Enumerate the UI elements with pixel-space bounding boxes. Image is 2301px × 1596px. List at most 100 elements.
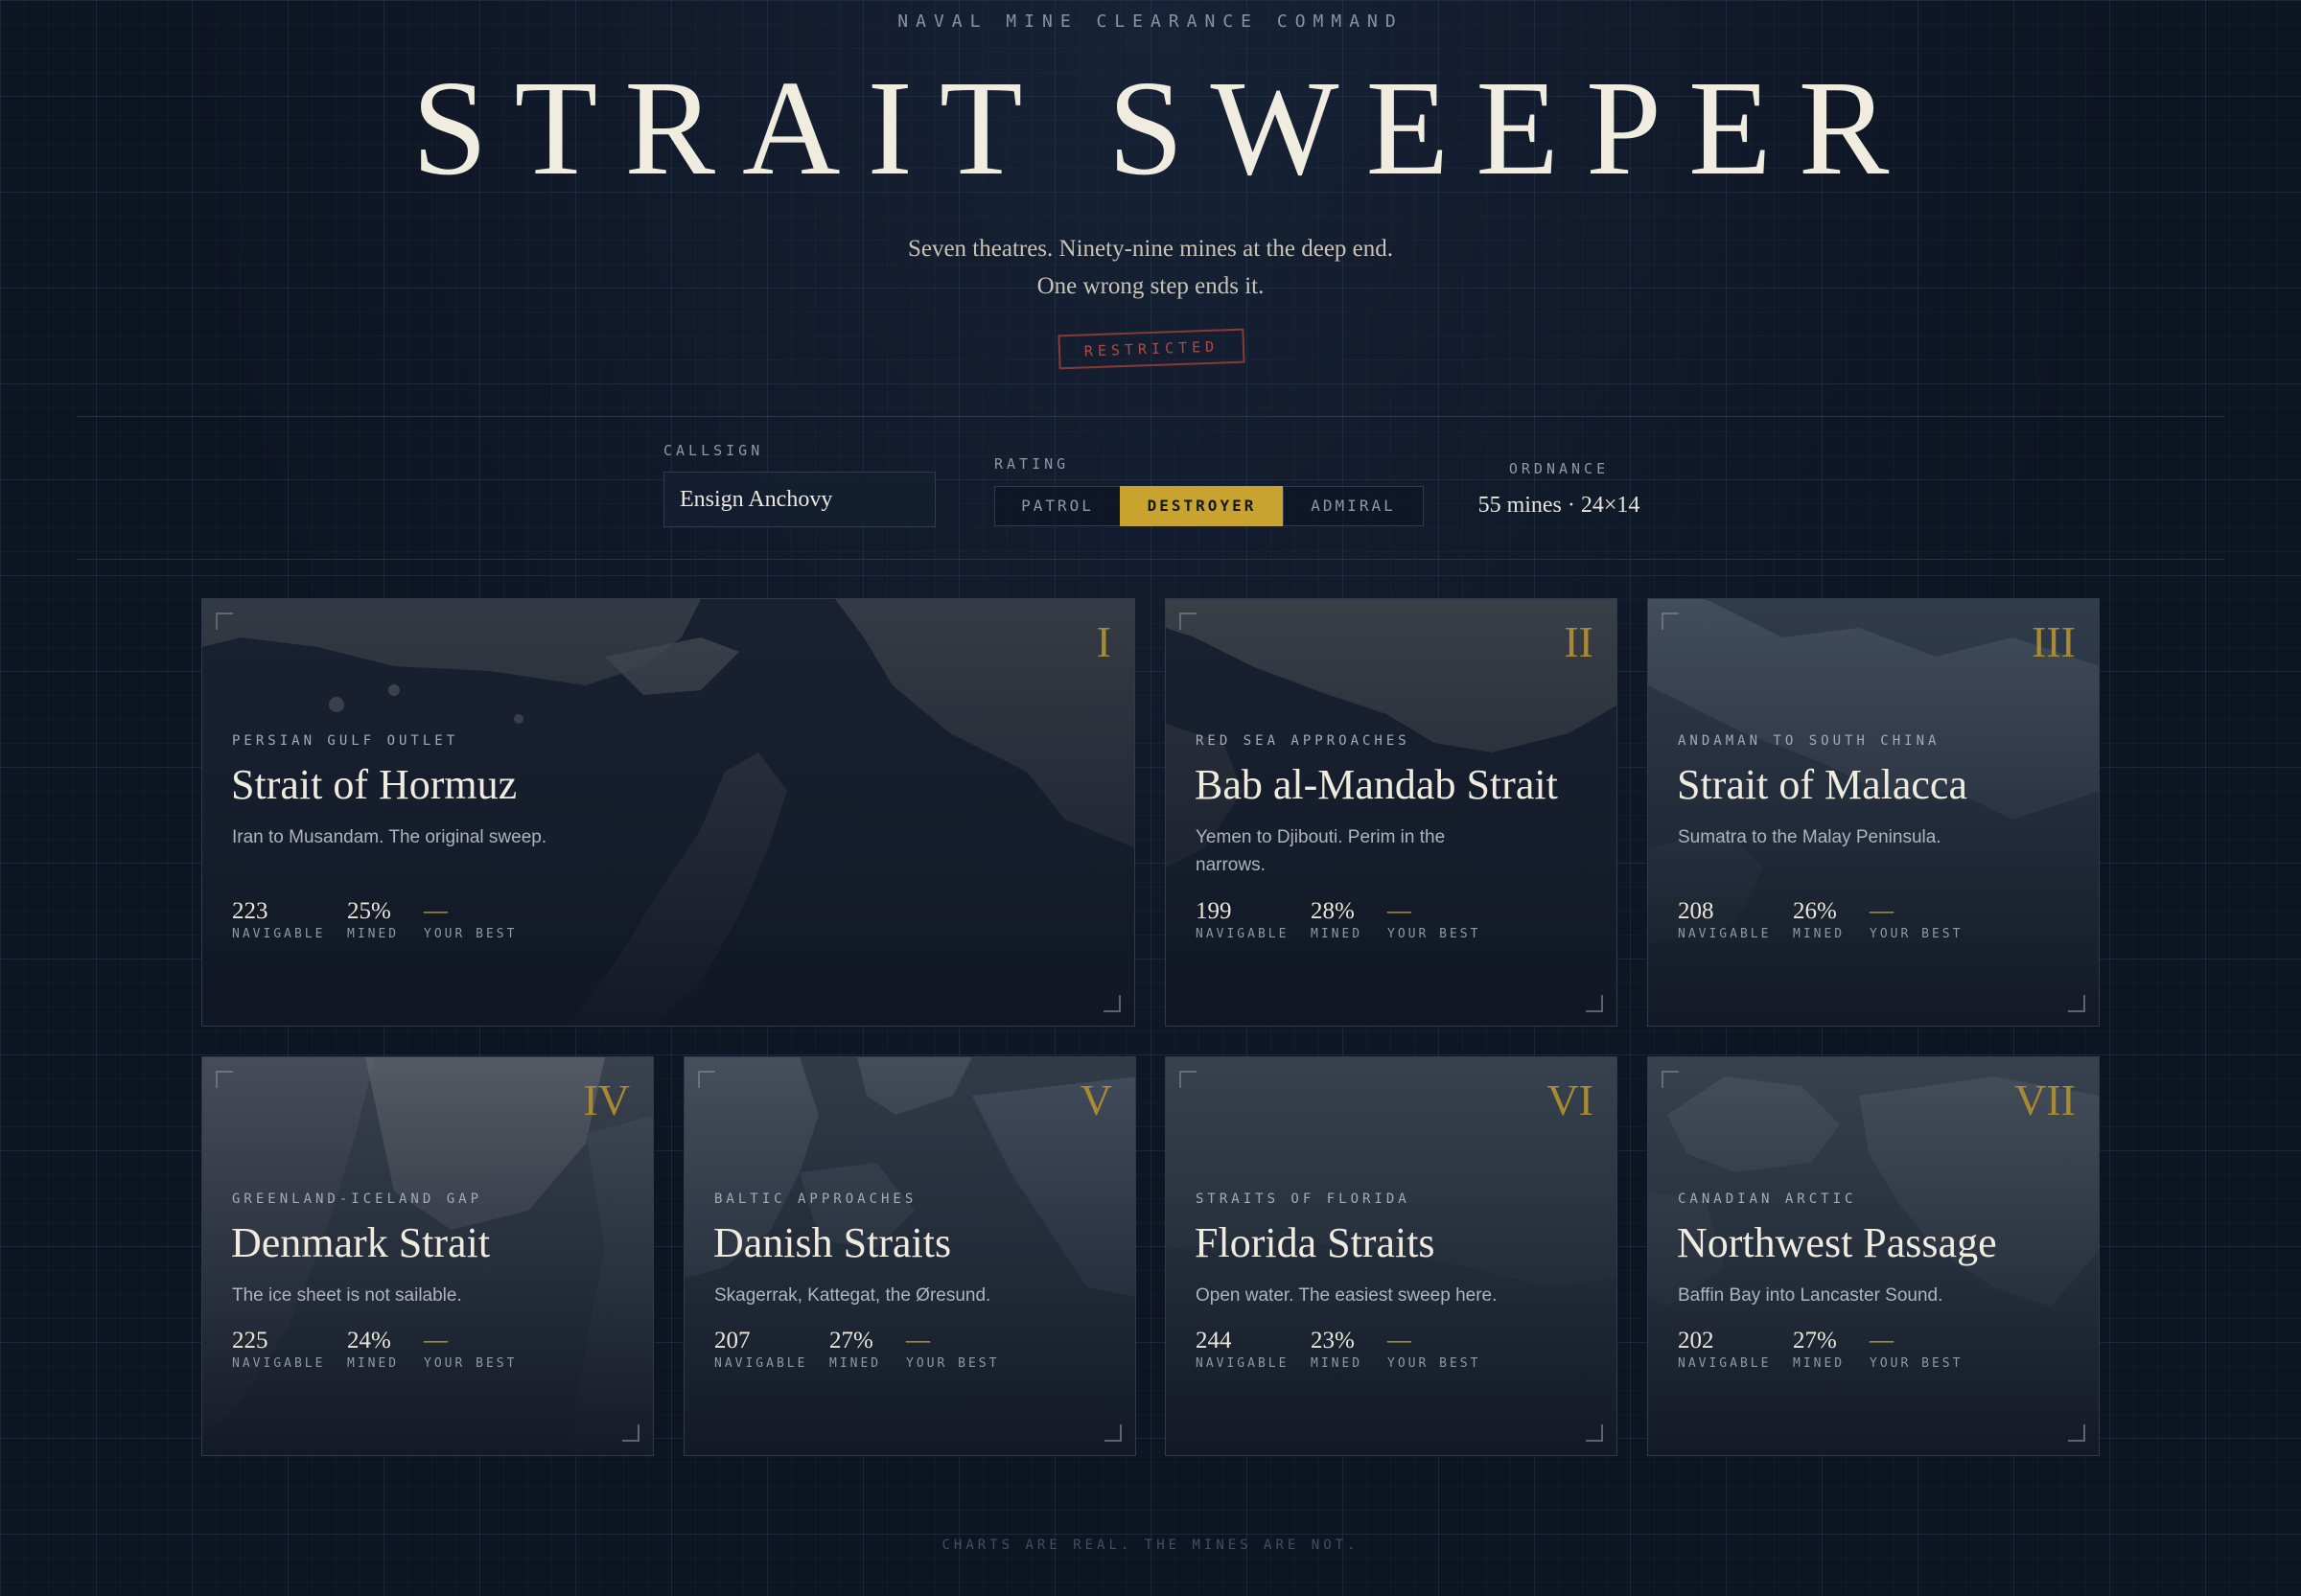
rating-option-destroyer[interactable]: DESTROYER bbox=[1120, 486, 1284, 526]
stat-label: YOUR BEST bbox=[424, 1356, 518, 1371]
stat-mined: 23% MINED bbox=[1311, 1328, 1362, 1371]
theatre-card-northwest-passage[interactable]: VII CANADIAN ARCTIC Northwest Passage Ba… bbox=[1647, 1056, 2100, 1456]
stat-mined: 25% MINED bbox=[347, 898, 399, 941]
stat-best: — YOUR BEST bbox=[424, 898, 517, 941]
theatre-name: Bab al-Mandab Strait bbox=[1195, 761, 1558, 808]
stat-value: — bbox=[1387, 1328, 1411, 1353]
stat-navigable: 202 NAVIGABLE bbox=[1678, 1328, 1771, 1371]
rating-option-admiral[interactable]: ADMIRAL bbox=[1283, 486, 1424, 526]
theatre-numeral: III bbox=[2032, 617, 2076, 666]
theatre-description: Iran to Musandam. The original sweep. bbox=[232, 827, 547, 847]
footer-note: CHARTS ARE REAL. THE MINES ARE NOT. bbox=[941, 1538, 1360, 1553]
callsign-input[interactable] bbox=[663, 472, 936, 527]
theatre-numeral: VI bbox=[1546, 1076, 1593, 1124]
stat-value: 26% bbox=[1793, 898, 1837, 924]
stat-mined: 26% MINED bbox=[1793, 898, 1845, 941]
corner-mark bbox=[698, 1071, 715, 1088]
corner-mark bbox=[1662, 1071, 1679, 1088]
stat-label: NAVIGABLE bbox=[714, 1356, 808, 1371]
theatre-numeral: I bbox=[1096, 617, 1111, 666]
stat-value: 223 bbox=[232, 898, 268, 924]
theatre-description: Yemen to Djibouti. Perim in the narrows. bbox=[1196, 827, 1446, 875]
theatre-numeral: VII bbox=[2014, 1076, 2076, 1124]
stat-navigable: 207 NAVIGABLE bbox=[714, 1328, 807, 1371]
stat-value: — bbox=[1870, 1328, 1894, 1353]
divider-bottom bbox=[77, 559, 2224, 560]
theatre-name: Denmark Strait bbox=[231, 1219, 491, 1266]
stat-best: — YOUR BEST bbox=[906, 1328, 999, 1371]
corner-mark bbox=[1104, 1424, 1122, 1442]
stat-value: 208 bbox=[1678, 898, 1714, 924]
stat-value: — bbox=[1387, 898, 1411, 924]
stat-navigable: 199 NAVIGABLE bbox=[1196, 898, 1289, 941]
game-title: STRAIT SWEEPER bbox=[411, 52, 1917, 203]
stat-best: — YOUR BEST bbox=[1387, 1328, 1480, 1371]
card-shade bbox=[202, 599, 1134, 1026]
tagline-line-2: One wrong step ends it. bbox=[1036, 273, 1265, 299]
theatre-region: GREENLAND-ICELAND GAP bbox=[232, 1191, 483, 1207]
theatre-description: Sumatra to the Malay Peninsula. bbox=[1678, 827, 1941, 847]
stat-navigable: 244 NAVIGABLE bbox=[1196, 1328, 1289, 1371]
stat-value: 25% bbox=[347, 898, 391, 924]
theatre-name: Florida Straits bbox=[1195, 1219, 1435, 1266]
divider-top bbox=[77, 416, 2224, 417]
stat-navigable: 208 NAVIGABLE bbox=[1678, 898, 1771, 941]
stat-mined: 24% MINED bbox=[347, 1328, 399, 1371]
corner-mark bbox=[1104, 995, 1121, 1012]
stat-mined: 28% MINED bbox=[1311, 898, 1362, 941]
corner-mark bbox=[216, 613, 233, 630]
stat-value: — bbox=[424, 898, 448, 924]
corner-mark bbox=[1586, 995, 1603, 1012]
theatre-card-malacca[interactable]: III ANDAMAN TO SOUTH CHINA Strait of Mal… bbox=[1647, 598, 2100, 1027]
stat-navigable: 223 NAVIGABLE bbox=[232, 898, 325, 941]
theatre-numeral: V bbox=[1080, 1076, 1112, 1124]
ordnance-value: 55 mines · 24×14 bbox=[1477, 493, 1640, 518]
theatre-region: STRAITS OF FLORIDA bbox=[1196, 1191, 1410, 1207]
stat-value: 202 bbox=[1678, 1328, 1714, 1353]
stat-value: 27% bbox=[1793, 1328, 1837, 1353]
stat-value: 24% bbox=[347, 1328, 391, 1353]
tagline-line-1: Seven theatres. Ninety-nine mines at the… bbox=[907, 236, 1394, 262]
stat-label: MINED bbox=[1311, 1356, 1363, 1371]
stat-label: NAVIGABLE bbox=[1196, 927, 1290, 941]
stat-label: MINED bbox=[1793, 927, 1846, 941]
theatre-name: Strait of Malacca bbox=[1677, 761, 1967, 808]
corner-mark bbox=[216, 1071, 233, 1088]
stat-mined: 27% MINED bbox=[829, 1328, 881, 1371]
rating-option-patrol[interactable]: PATROL bbox=[994, 486, 1121, 526]
stat-label: NAVIGABLE bbox=[1678, 927, 1772, 941]
theatre-card-denmark-strait[interactable]: IV GREENLAND-ICELAND GAP Denmark Strait … bbox=[201, 1056, 654, 1456]
theatre-name: Danish Straits bbox=[713, 1219, 952, 1266]
stat-label: NAVIGABLE bbox=[232, 1356, 326, 1371]
corner-mark bbox=[1179, 1071, 1197, 1088]
callsign-label: CALLSIGN bbox=[663, 442, 764, 459]
stat-best: — YOUR BEST bbox=[1387, 898, 1480, 941]
theatre-region: BALTIC APPROACHES bbox=[714, 1191, 918, 1207]
stat-label: YOUR BEST bbox=[1870, 1356, 1964, 1371]
corner-mark bbox=[2068, 995, 2085, 1012]
corner-mark bbox=[1586, 1424, 1603, 1442]
stat-label: YOUR BEST bbox=[1387, 927, 1481, 941]
stat-label: YOUR BEST bbox=[1870, 927, 1964, 941]
stat-best: — YOUR BEST bbox=[424, 1328, 517, 1371]
stat-label: NAVIGABLE bbox=[1196, 1356, 1290, 1371]
corner-mark bbox=[1179, 613, 1197, 630]
corner-mark bbox=[622, 1424, 639, 1442]
stat-value: 225 bbox=[232, 1328, 268, 1353]
theatre-card-bab-al-mandab[interactable]: II RED SEA APPROACHES Bab al-Mandab Stra… bbox=[1165, 598, 1617, 1027]
stat-label: NAVIGABLE bbox=[232, 927, 326, 941]
stat-best: — YOUR BEST bbox=[1870, 898, 1963, 941]
stat-value: 28% bbox=[1311, 898, 1355, 924]
theatre-numeral: IV bbox=[583, 1076, 630, 1124]
theatre-card-danish-straits[interactable]: V BALTIC APPROACHES Danish Straits Skage… bbox=[684, 1056, 1136, 1456]
stat-label: YOUR BEST bbox=[906, 1356, 1000, 1371]
theatre-card-florida-straits[interactable]: VI STRAITS OF FLORIDA Florida Straits Op… bbox=[1165, 1056, 1617, 1456]
restricted-stamp: RESTRICTED bbox=[1058, 328, 1245, 370]
theatre-card-hormuz[interactable]: I PERSIAN GULF OUTLET Strait of Hormuz I… bbox=[201, 598, 1135, 1027]
command-eyebrow: NAVAL MINE CLEARANCE COMMAND bbox=[897, 12, 1404, 32]
card-shade bbox=[1166, 599, 1616, 1026]
stat-value: 244 bbox=[1196, 1328, 1232, 1353]
stat-label: MINED bbox=[347, 927, 400, 941]
theatre-name: Northwest Passage bbox=[1677, 1219, 1997, 1266]
stat-label: YOUR BEST bbox=[1387, 1356, 1481, 1371]
